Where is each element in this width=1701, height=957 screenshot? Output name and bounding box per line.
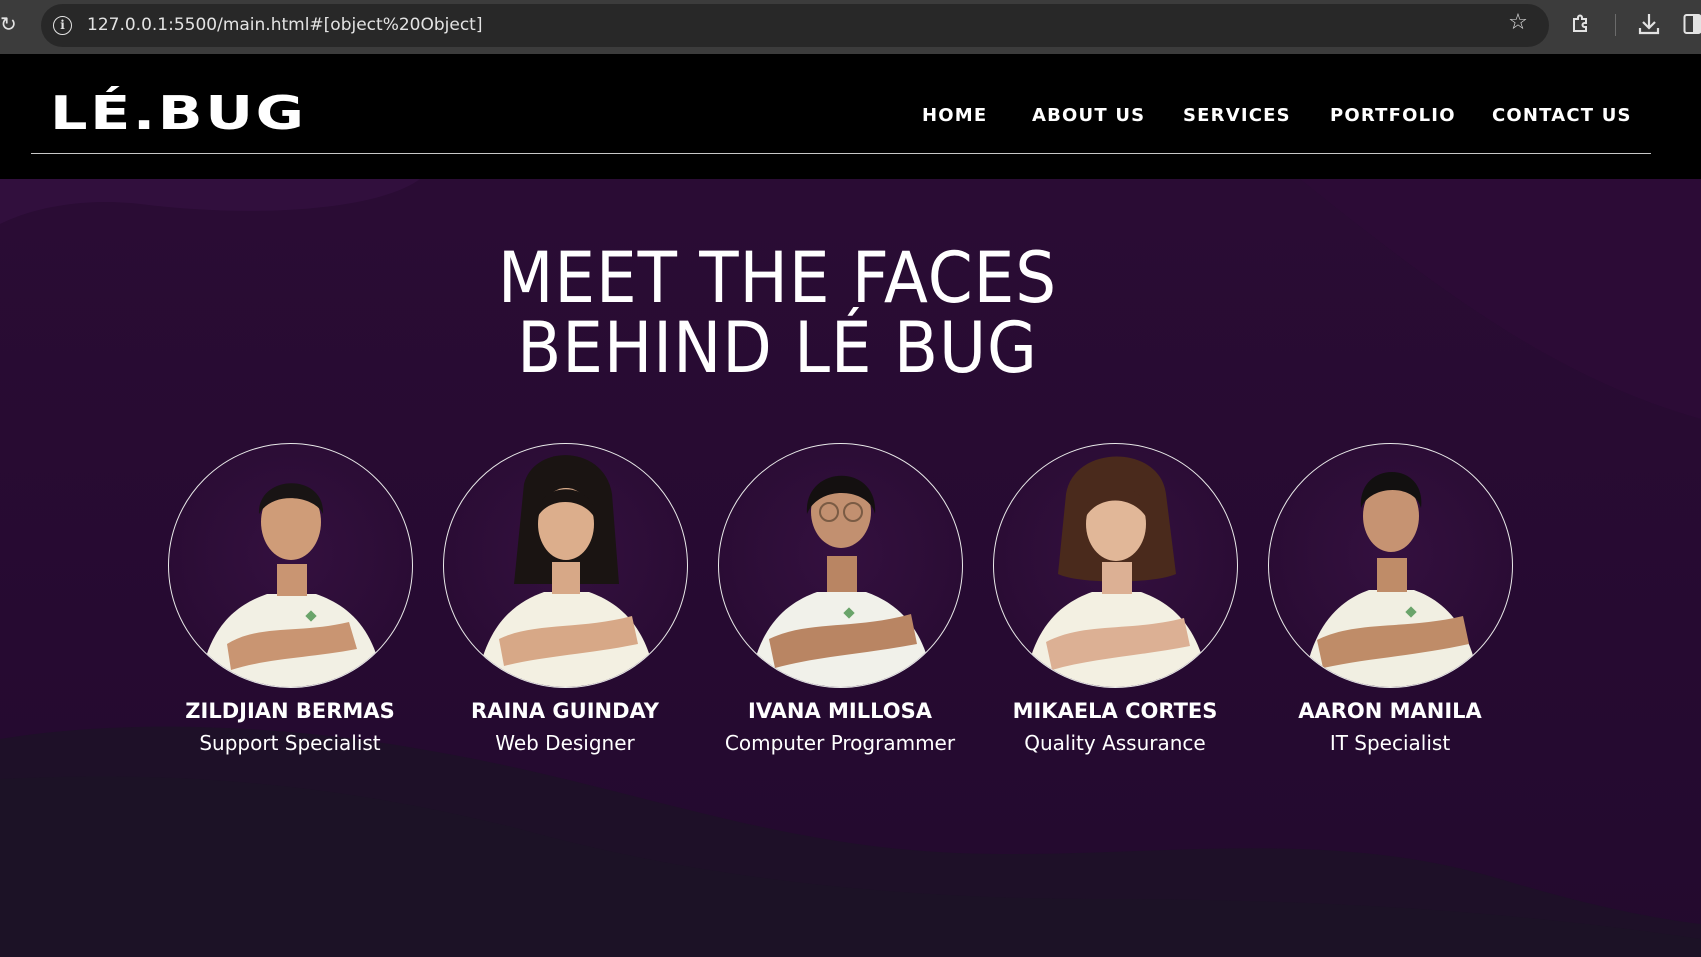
member-photo [443, 443, 688, 688]
member-photo [1268, 443, 1513, 688]
side-panel-icon[interactable] [1683, 13, 1701, 35]
puzzle-icon[interactable] [1569, 12, 1593, 36]
nav-about-us[interactable]: ABOUT US [1032, 102, 1145, 130]
download-icon[interactable] [1637, 11, 1661, 37]
member-name: ZILDJIAN BERMAS [185, 699, 395, 723]
star-icon[interactable]: ☆ [1505, 9, 1531, 35]
nav-services[interactable]: SERVICES [1183, 102, 1291, 130]
member-name: MIKAELA CORTES [1012, 699, 1218, 723]
member-photo [168, 443, 413, 688]
member-role: Web Designer [495, 731, 635, 755]
member-name: RAINA GUINDAY [471, 699, 659, 723]
member-photo [993, 443, 1238, 688]
title-line-2: BEHIND LÉ BUG [517, 307, 1038, 389]
nav-home[interactable]: HOME [922, 102, 987, 130]
header-divider [31, 153, 1651, 154]
team-member-card: ZILDJIAN BERMAS Support Specialist [155, 443, 425, 783]
reload-icon[interactable]: ↻ [0, 10, 18, 40]
section-title: MEET THE FACES BEHIND LÉ BUG [0, 243, 1555, 383]
browser-toolbar: ↻ i 127.0.0.1:5500/main.html#[object%20O… [0, 0, 1701, 54]
member-role: Quality Assurance [1024, 731, 1206, 755]
team-member-card: AARON MANILA IT Specialist [1255, 443, 1525, 783]
team-member-card: MIKAELA CORTES Quality Assurance [980, 443, 1250, 783]
main-nav: HOME ABOUT US SERVICES PORTFOLIO CONTACT… [0, 102, 1701, 130]
info-icon[interactable]: i [53, 16, 72, 35]
member-role: Support Specialist [199, 731, 381, 755]
nav-portfolio[interactable]: PORTFOLIO [1330, 102, 1456, 130]
address-bar[interactable]: i 127.0.0.1:5500/main.html#[object%20Obj… [41, 4, 1549, 47]
site-header: LÉ.BUG HOME ABOUT US SERVICES PORTFOLIO … [0, 54, 1701, 179]
member-role: Computer Programmer [724, 731, 956, 755]
team-member-card: RAINA GUINDAY Web Designer [430, 443, 700, 783]
nav-contact-us[interactable]: CONTACT US [1492, 102, 1632, 130]
title-line-1: MEET THE FACES [497, 237, 1058, 319]
team-member-card: IVANA MILLOSA Computer Programmer [705, 443, 975, 783]
member-name: IVANA MILLOSA [748, 699, 932, 723]
url-text[interactable]: 127.0.0.1:5500/main.html#[object%20Objec… [87, 15, 482, 36]
member-photo [718, 443, 963, 688]
toolbar-divider [1615, 14, 1616, 36]
member-name: AARON MANILA [1298, 699, 1482, 723]
member-role: IT Specialist [1329, 731, 1451, 755]
team-section: MEET THE FACES BEHIND LÉ BUG ZILDJIAN BE… [0, 179, 1701, 957]
